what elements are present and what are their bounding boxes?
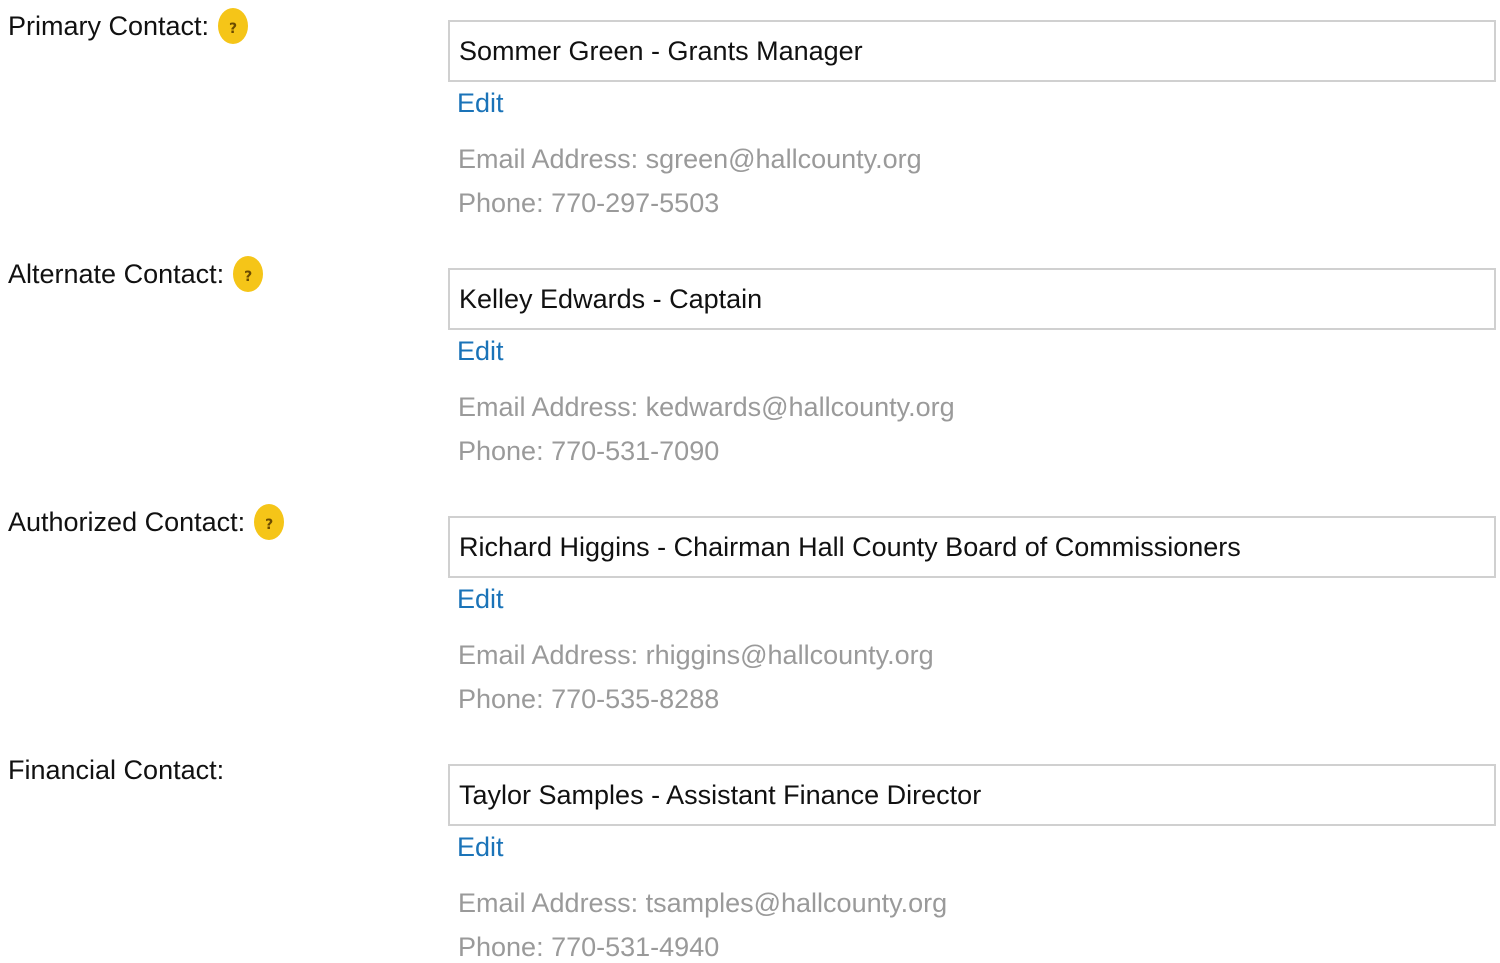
financial-contact-label: Financial Contact: bbox=[8, 754, 224, 786]
primary-contact-email: Email Address: sgreen@hallcounty.org bbox=[458, 144, 922, 174]
financial-contact-field[interactable]: Taylor Samples - Assistant Finance Direc… bbox=[448, 764, 1496, 826]
alternate-contact-email: Email Address: kedwards@hallcounty.org bbox=[458, 392, 955, 422]
help-icon[interactable]: ? bbox=[254, 504, 285, 540]
primary-contact-phone: Phone: 770-297-5503 bbox=[458, 188, 720, 218]
financial-contact-phone: Phone: 770-531-4940 bbox=[458, 932, 720, 962]
alternate-contact-phone: Phone: 770-531-7090 bbox=[458, 436, 720, 466]
authorized-contact-field[interactable]: Richard Higgins - Chairman Hall County B… bbox=[448, 516, 1496, 578]
authorized-contact-row: Authorized Contact: ? Richard Higgins - … bbox=[0, 504, 1500, 754]
authorized-contact-label-text: Authorized Contact: bbox=[8, 506, 246, 537]
authorized-contact-edit-link[interactable]: Edit bbox=[457, 584, 504, 615]
authorized-contact-email: Email Address: rhiggins@hallcounty.org bbox=[458, 640, 934, 670]
financial-contact-email: Email Address: tsamples@hallcounty.org bbox=[458, 888, 948, 918]
authorized-contact-label: Authorized Contact: ? bbox=[8, 504, 285, 540]
primary-contact-row: Primary Contact: ? Sommer Green - Grants… bbox=[0, 8, 1500, 258]
alternate-contact-field[interactable]: Kelley Edwards - Captain bbox=[448, 268, 1496, 330]
financial-contact-label-text: Financial Contact: bbox=[8, 754, 225, 785]
primary-contact-label: Primary Contact: ? bbox=[8, 8, 249, 44]
alternate-contact-label-text: Alternate Contact: bbox=[8, 258, 225, 289]
financial-contact-row: Financial Contact: Taylor Samples - Assi… bbox=[0, 754, 1500, 962]
primary-contact-edit-link[interactable]: Edit bbox=[457, 88, 504, 119]
primary-contact-field[interactable]: Sommer Green - Grants Manager bbox=[448, 20, 1496, 82]
help-icon[interactable]: ? bbox=[233, 256, 264, 292]
alternate-contact-edit-link[interactable]: Edit bbox=[457, 336, 504, 367]
financial-contact-edit-link[interactable]: Edit bbox=[457, 832, 504, 863]
authorized-contact-phone: Phone: 770-535-8288 bbox=[458, 684, 720, 714]
alternate-contact-row: Alternate Contact: ? Kelley Edwards - Ca… bbox=[0, 256, 1500, 506]
primary-contact-label-text: Primary Contact: bbox=[8, 10, 210, 41]
alternate-contact-label: Alternate Contact: ? bbox=[8, 256, 264, 292]
help-icon[interactable]: ? bbox=[218, 8, 249, 44]
